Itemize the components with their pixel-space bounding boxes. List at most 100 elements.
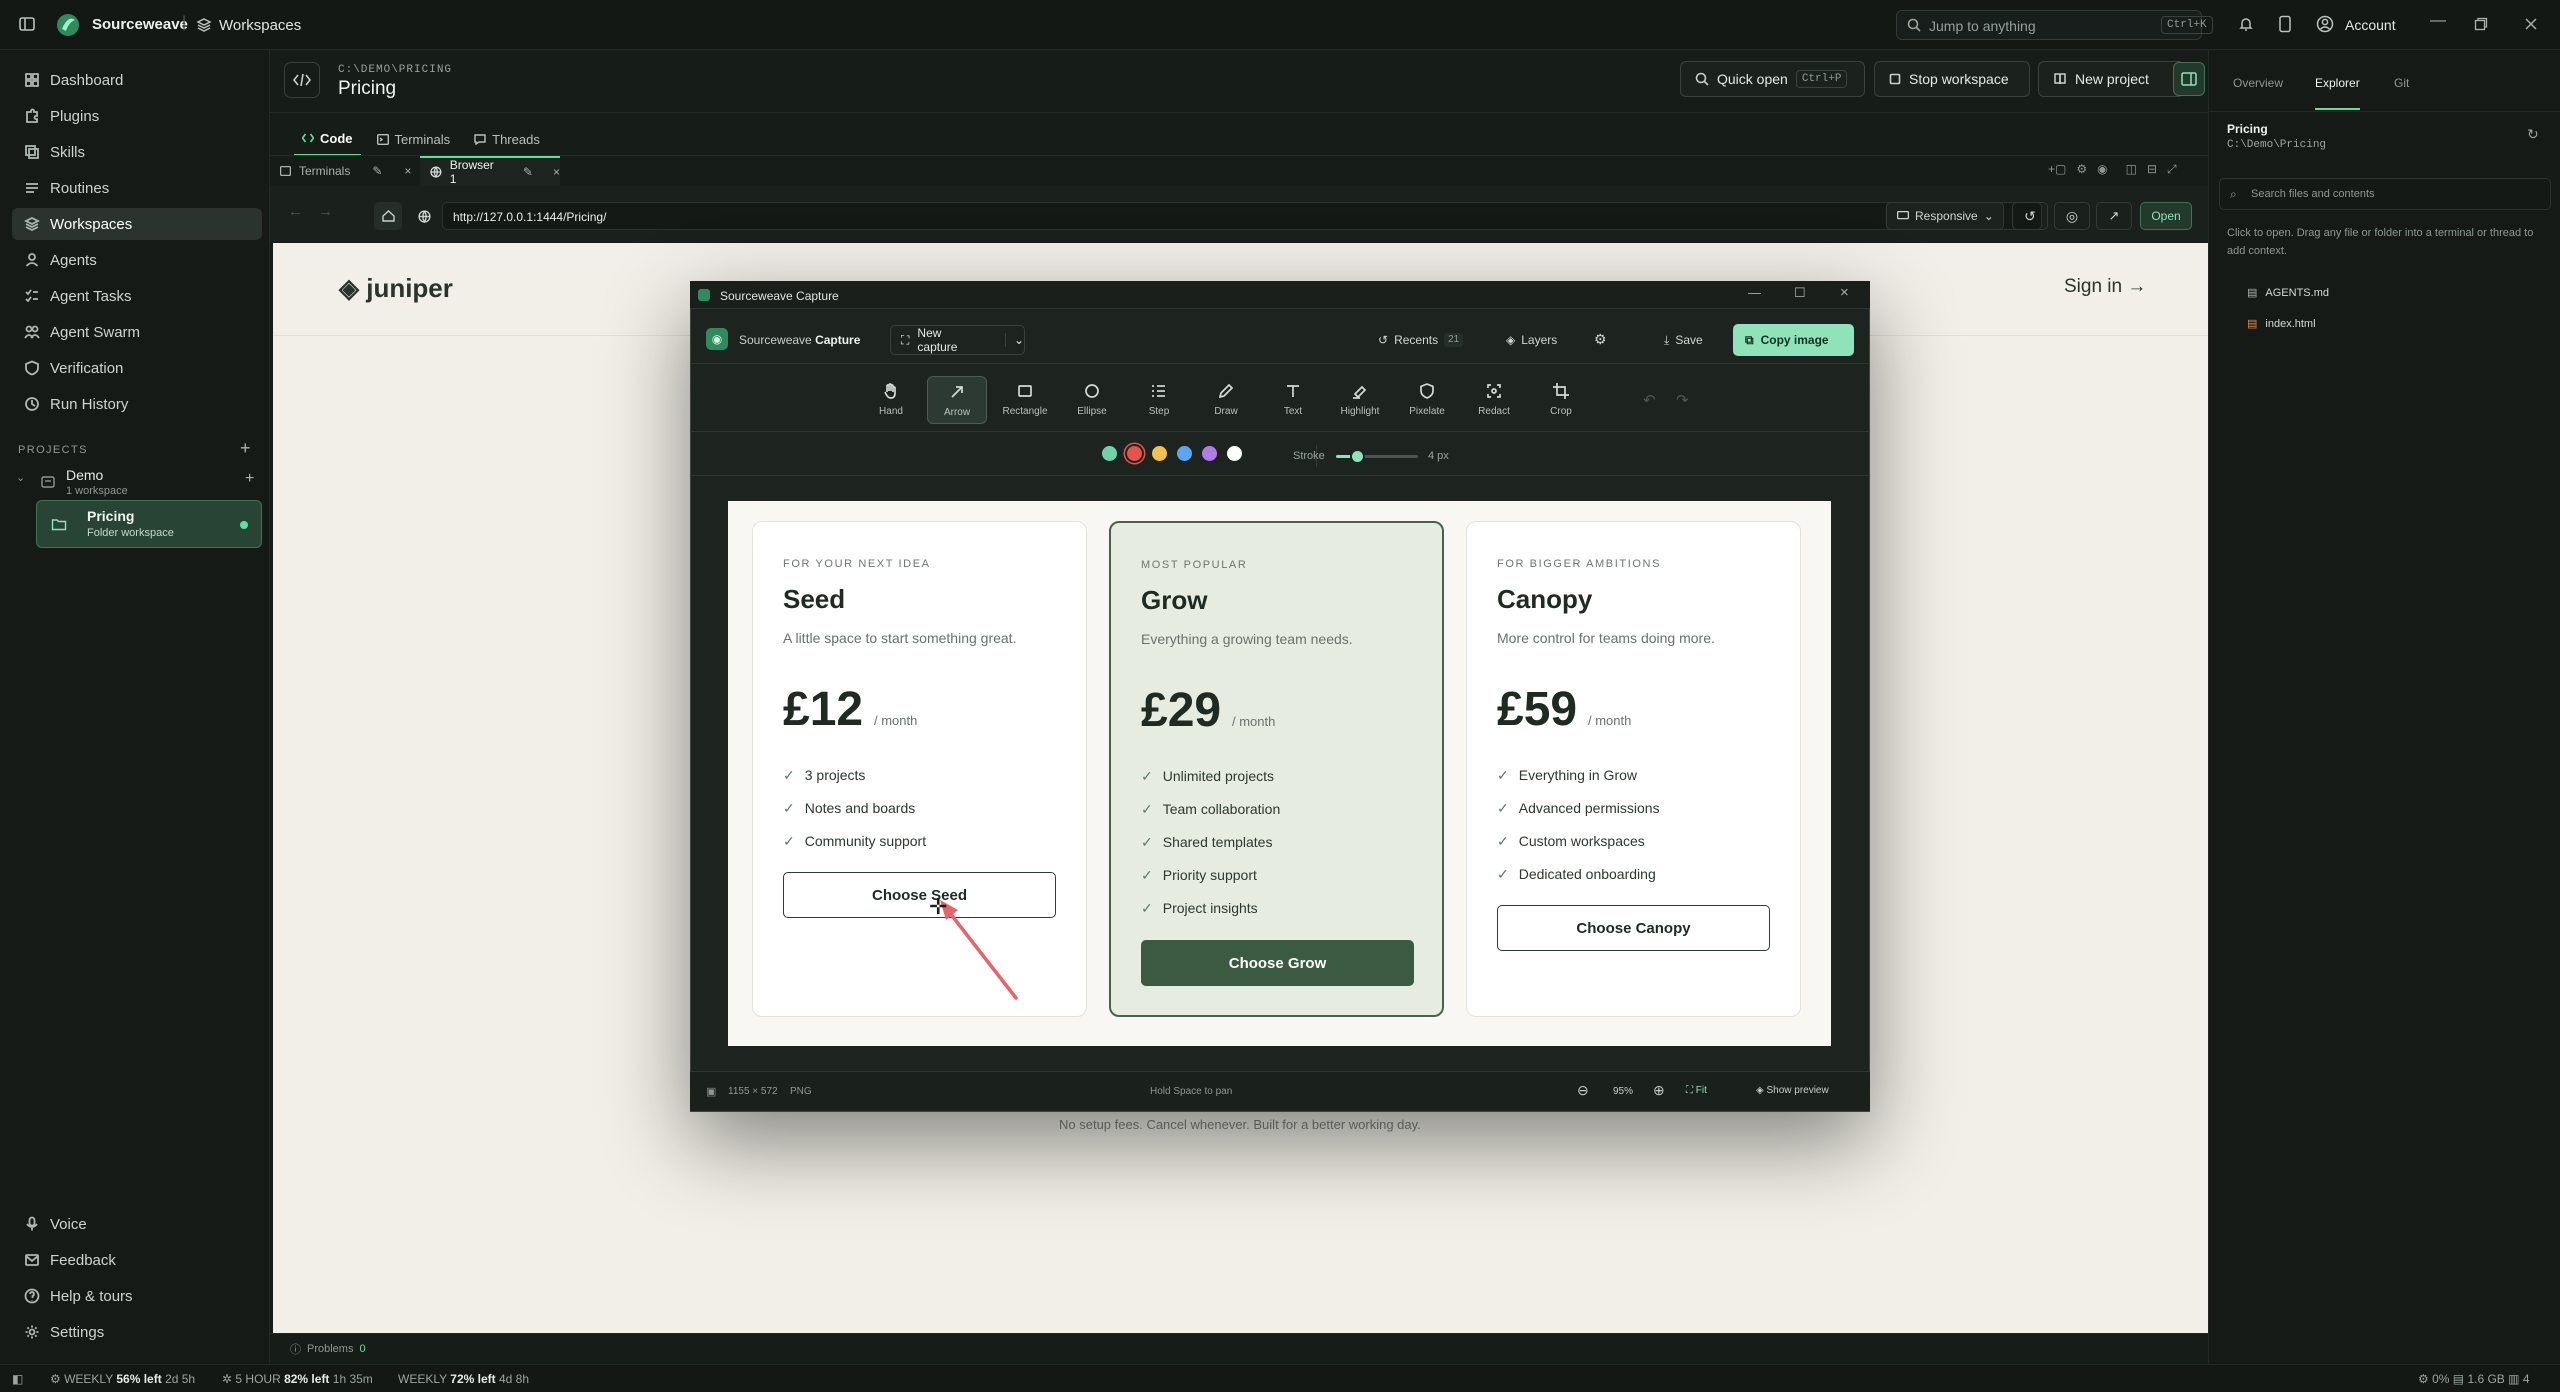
sidebar-item-settings[interactable]: Settings xyxy=(12,1318,262,1346)
stop-workspace-button[interactable]: Stop workspace xyxy=(1874,61,2030,97)
color-swatch-red[interactable] xyxy=(1127,446,1142,461)
devtools-button[interactable]: ◎ xyxy=(2054,202,2090,230)
tool-crop[interactable]: Crop xyxy=(1531,376,1591,424)
zoom-out-icon[interactable]: ⊖ xyxy=(1577,1082,1589,1099)
project-name[interactable]: Demo xyxy=(66,467,103,483)
record-icon[interactable]: ◉ xyxy=(2097,162,2107,177)
edit-icon[interactable]: ✎ xyxy=(372,164,382,178)
save-button[interactable]: ⤓ Save xyxy=(1664,333,1703,348)
sign-in-link[interactable]: Sign in → xyxy=(2064,276,2146,298)
tab-explorer[interactable]: Explorer xyxy=(2315,76,2360,110)
tool-step[interactable]: Step xyxy=(1129,376,1189,424)
panel-icon[interactable]: ◧ xyxy=(12,1372,23,1386)
sidebar-item-voice[interactable]: Voice xyxy=(12,1210,262,1238)
chevron-down-icon[interactable]: ⌄ xyxy=(1004,333,1024,347)
color-swatch-white[interactable] xyxy=(1227,446,1242,461)
sidebar-item-workspaces[interactable]: Workspaces xyxy=(12,208,262,240)
layers-button[interactable]: ◈ Layers xyxy=(1506,333,1557,347)
account-icon[interactable] xyxy=(2316,15,2334,33)
color-swatch-green[interactable] xyxy=(1102,446,1117,461)
sidebar-item-routines[interactable]: Routines xyxy=(12,172,262,204)
sidebar-item-skills[interactable]: Skills xyxy=(12,136,262,168)
new-project-button[interactable]: New project xyxy=(2038,61,2184,97)
close-tab-icon[interactable]: × xyxy=(404,164,411,178)
tool-ellipse[interactable]: Ellipse xyxy=(1062,376,1122,424)
url-bar[interactable]: http://127.0.0.1:1444/Pricing/ xyxy=(442,202,2042,230)
add-project-icon[interactable]: + xyxy=(240,438,251,459)
undo-icon[interactable]: ↶ xyxy=(1643,391,1656,409)
recents-button[interactable]: ↺ Recents 21 xyxy=(1378,333,1464,347)
tool-text[interactable]: Text xyxy=(1263,376,1323,424)
close-window-icon[interactable] xyxy=(2524,17,2538,31)
color-swatch-blue[interactable] xyxy=(1177,446,1192,461)
sidebar-toggle-icon[interactable] xyxy=(18,15,36,33)
close-tab-icon[interactable]: × xyxy=(553,165,560,179)
color-swatch-yellow[interactable] xyxy=(1152,446,1167,461)
restore-icon[interactable] xyxy=(2474,17,2488,31)
split-horizontal-icon[interactable]: ⊟ xyxy=(2147,162,2157,177)
minimize-icon[interactable]: — xyxy=(2430,12,2446,30)
tab-overview[interactable]: Overview xyxy=(2233,76,2283,90)
tool-rectangle[interactable]: Rectangle xyxy=(995,376,1055,424)
tab-terminals[interactable]: Terminals xyxy=(369,132,459,147)
tool-redact[interactable]: Redact xyxy=(1464,376,1524,424)
toggle-panel-button[interactable] xyxy=(2173,62,2205,96)
bell-icon[interactable] xyxy=(2238,16,2254,32)
open-button[interactable]: Open xyxy=(2140,202,2192,230)
phone-icon[interactable] xyxy=(2278,15,2292,33)
tool-hand[interactable]: Hand xyxy=(861,376,921,424)
explorer-search[interactable]: ⌕ Search files and contents xyxy=(2219,178,2551,210)
add-workspace-icon[interactable]: + xyxy=(245,470,254,488)
subtab-terminals[interactable]: Terminals ✎ × xyxy=(280,158,420,184)
choose-grow-button[interactable]: Choose Grow xyxy=(1141,940,1414,986)
stroke-slider-knob[interactable] xyxy=(1349,449,1365,464)
fit-button[interactable]: ⛶ Fit xyxy=(1686,1085,1707,1096)
maximize-icon[interactable]: ☐ xyxy=(1794,285,1806,301)
zoom-in-icon[interactable]: ⊕ xyxy=(1653,1082,1665,1099)
refresh-icon[interactable]: ↻ xyxy=(2527,126,2539,143)
breadcrumb-workspaces[interactable]: Workspaces xyxy=(219,17,301,34)
show-preview-button[interactable]: ◈ Show preview xyxy=(1756,1085,1829,1096)
tool-pixelate[interactable]: Pixelate xyxy=(1397,376,1457,424)
workspace-item-pricing[interactable]: Pricing Folder workspace xyxy=(36,500,262,548)
site-logo[interactable]: ◈ juniper xyxy=(339,273,453,304)
minimize-icon[interactable]: — xyxy=(1748,285,1761,300)
edit-icon[interactable]: ✎ xyxy=(523,165,533,179)
new-capture-button[interactable]: ⛶ New capture ⌄ xyxy=(890,325,1025,355)
color-swatch-purple[interactable] xyxy=(1202,446,1217,461)
sidebar-item-help[interactable]: Help & tours xyxy=(12,1282,262,1310)
redo-icon[interactable]: ↷ xyxy=(1676,391,1689,409)
sidebar-item-feedback[interactable]: Feedback xyxy=(12,1246,262,1274)
sidebar-item-agent-tasks[interactable]: Agent Tasks xyxy=(12,280,262,312)
sidebar-item-run-history[interactable]: Run History xyxy=(12,388,262,420)
choose-canopy-button[interactable]: Choose Canopy xyxy=(1497,905,1770,951)
tab-threads[interactable]: Threads xyxy=(466,132,548,147)
expand-icon[interactable]: ⤢ xyxy=(2167,162,2177,177)
close-capture-icon[interactable]: × xyxy=(1840,284,1849,301)
gear-icon[interactable]: ⚙ xyxy=(1594,331,1607,348)
subtab-browser[interactable]: Browser 1 ✎ × xyxy=(420,156,560,186)
new-pane-icon[interactable]: +▢ xyxy=(2048,162,2066,177)
account-label[interactable]: Account xyxy=(2345,17,2396,33)
split-vertical-icon[interactable]: ◫ xyxy=(2126,162,2137,177)
forward-icon[interactable]: → xyxy=(318,203,333,220)
sidebar-item-agents[interactable]: Agents xyxy=(12,244,262,276)
file-item[interactable]: ▤ AGENTS.md xyxy=(2247,286,2329,300)
responsive-select[interactable]: Responsive ⌄ xyxy=(1886,202,2004,230)
tab-code[interactable]: Code xyxy=(294,122,361,156)
file-item[interactable]: ▤ index.html xyxy=(2247,317,2316,331)
settings-small-icon[interactable]: ⚙ xyxy=(2076,162,2087,177)
history-button[interactable]: ↺ xyxy=(2012,202,2048,230)
tab-git[interactable]: Git xyxy=(2394,76,2409,90)
jump-search[interactable]: Jump to anything Ctrl+K xyxy=(1896,10,2213,40)
tool-arrow[interactable]: Arrow xyxy=(927,376,987,424)
tool-highlight[interactable]: Highlight xyxy=(1330,376,1390,424)
problems-bar[interactable]: ⓘ Problems 0 xyxy=(270,1333,2208,1364)
copy-image-button[interactable]: ⧉ Copy image xyxy=(1733,324,1854,356)
tool-draw[interactable]: Draw xyxy=(1196,376,1256,424)
chevron-down-icon[interactable]: ⌄ xyxy=(16,471,25,484)
sidebar-item-agent-swarm[interactable]: Agent Swarm xyxy=(12,316,262,348)
sidebar-item-plugins[interactable]: Plugins xyxy=(12,100,262,132)
back-icon[interactable]: ← xyxy=(288,203,303,220)
home-button[interactable] xyxy=(374,202,402,230)
